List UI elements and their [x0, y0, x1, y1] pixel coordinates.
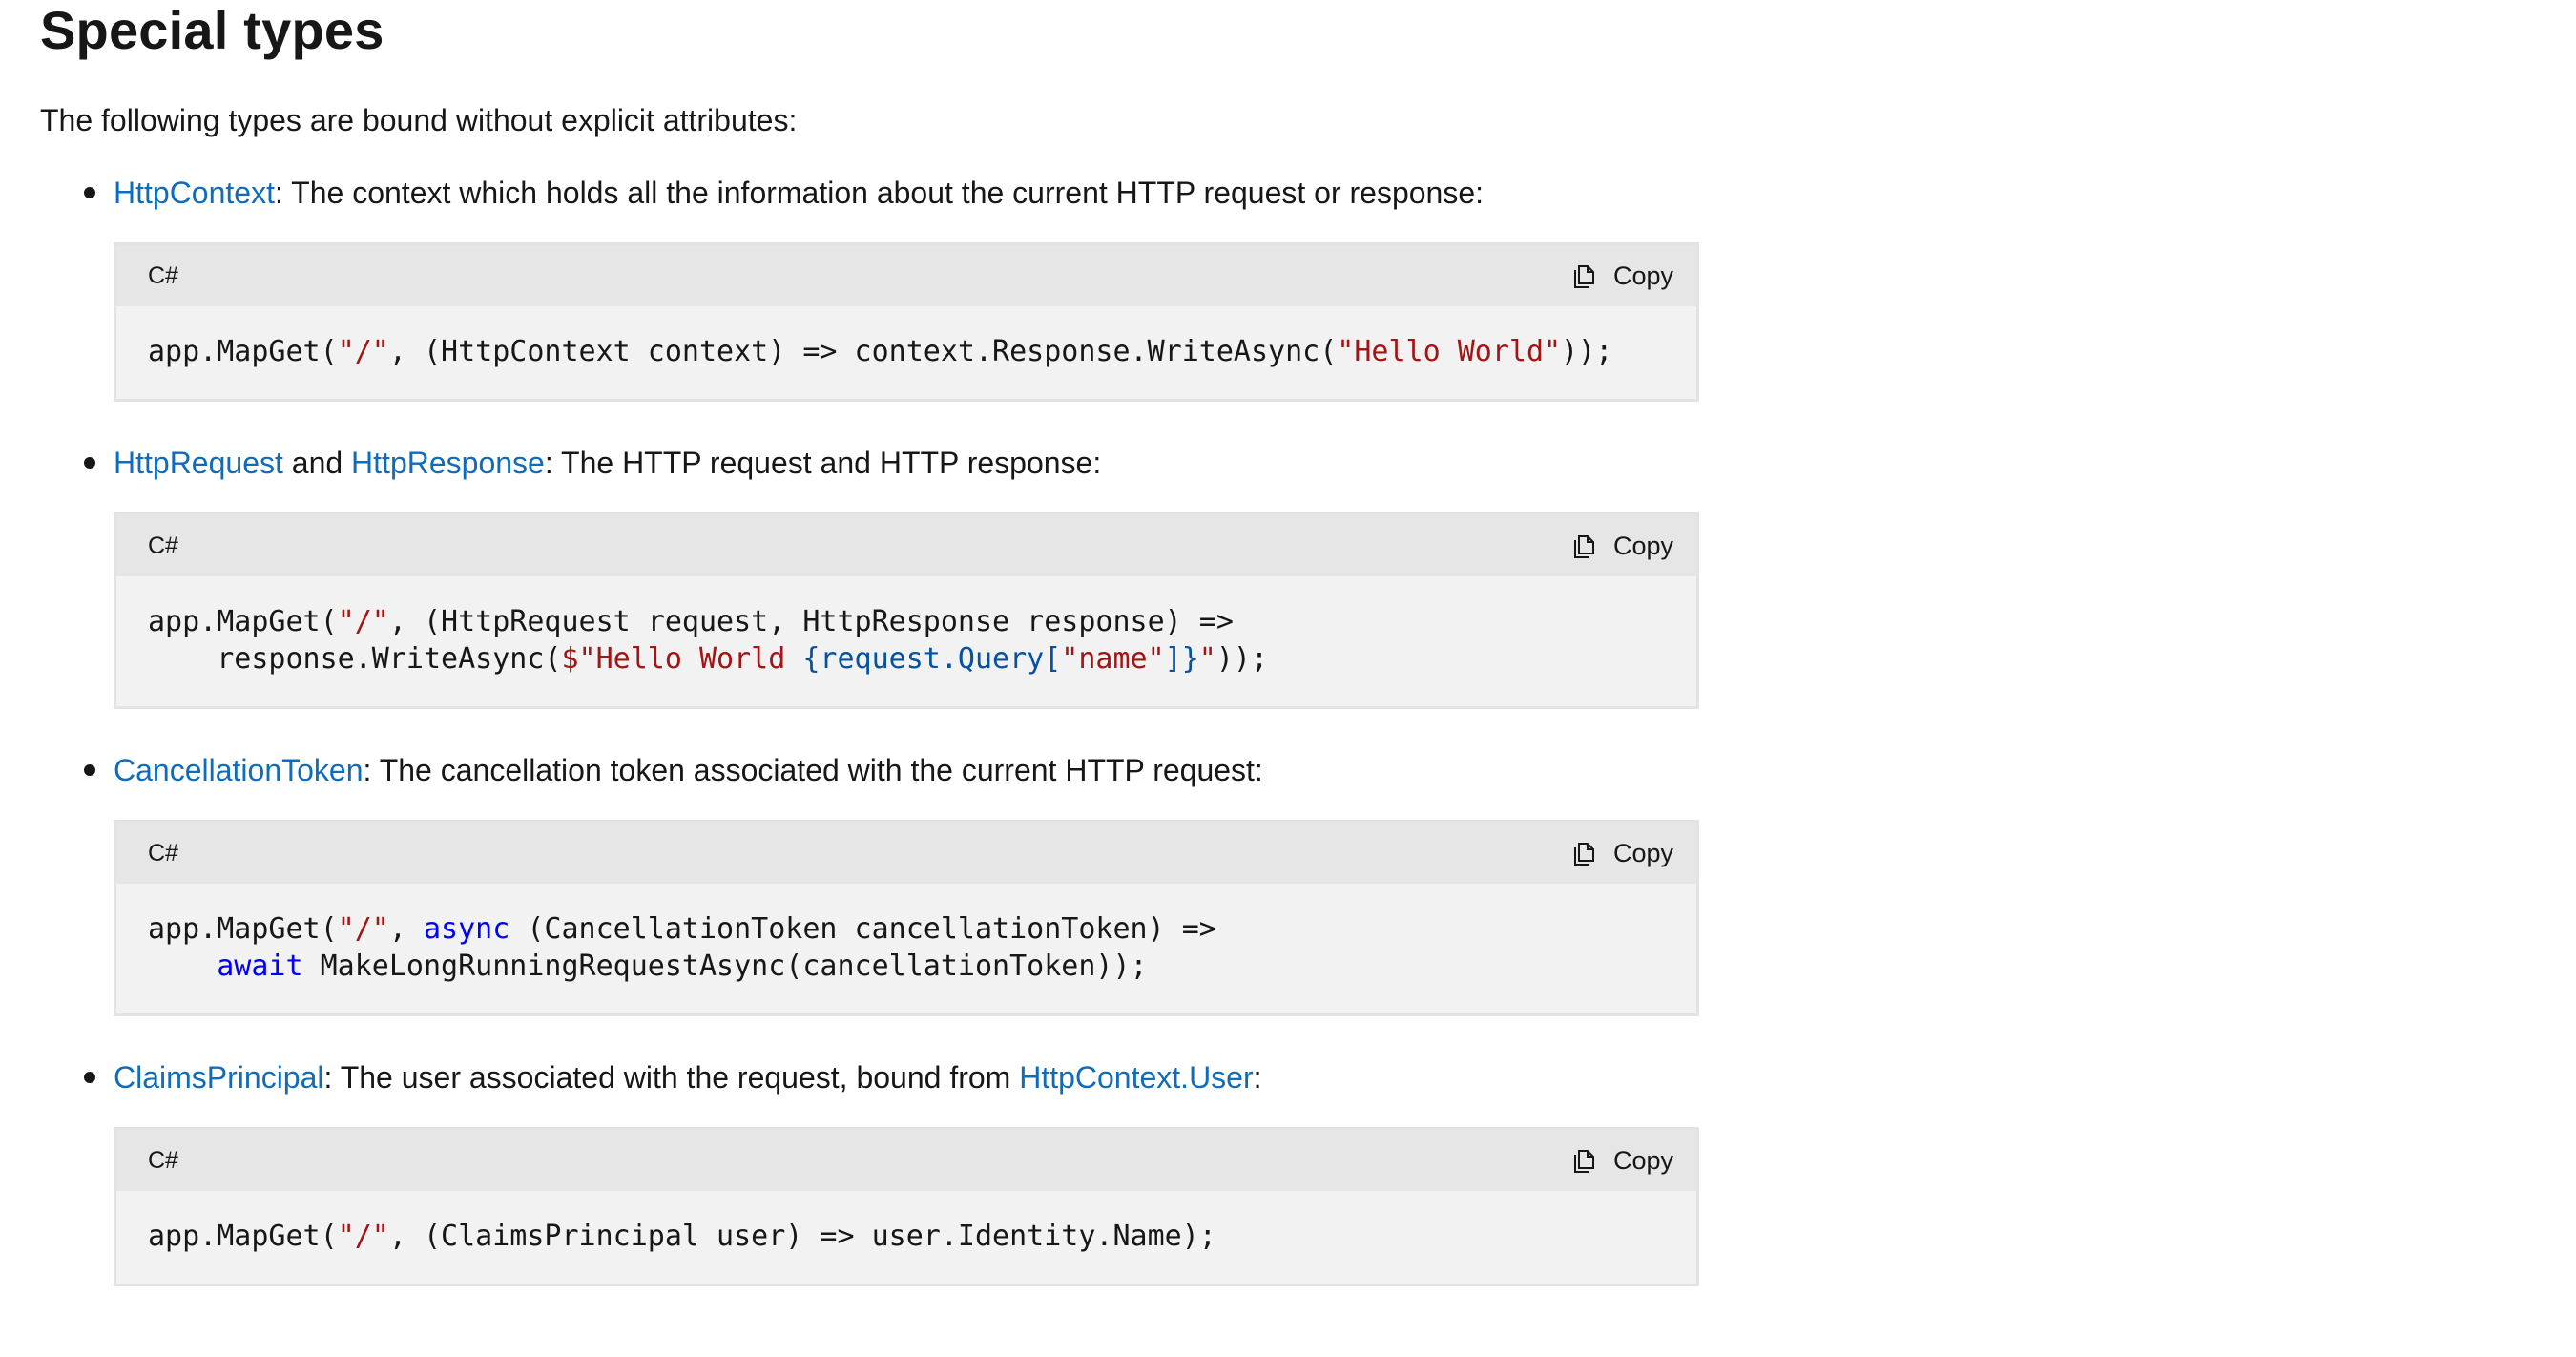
code-token: $"Hello World — [561, 642, 803, 676]
code-token: , (ClaimsPrincipal user) => user.Identit… — [388, 1220, 1216, 1253]
copy-label: Copy — [1612, 1145, 1673, 1175]
copy-button[interactable]: Copy — [1573, 261, 1673, 291]
code-line: response.WriteAsync($"Hello World {reque… — [148, 640, 1665, 678]
item-text: HttpContext: The context which holds all… — [114, 174, 2521, 212]
article-content: Special types The following types are bo… — [40, 0, 2521, 1286]
item-text: HttpRequest and HttpResponse: The HTTP r… — [114, 444, 2521, 482]
copy-icon — [1573, 843, 1594, 866]
item-text: ClaimsPrincipal: The user associated wit… — [114, 1058, 2521, 1096]
code-token: (CancellationToken cancellationToken) => — [509, 912, 1216, 946]
code-body: app.MapGet("/", (ClaimsPrincipal user) =… — [116, 1191, 1696, 1284]
code-header: C# Copy — [116, 515, 1696, 576]
copy-label: Copy — [1612, 261, 1673, 290]
code-token: app.MapGet( — [148, 912, 338, 946]
code-token: await — [217, 950, 303, 983]
item-tail: : — [1253, 1060, 1262, 1095]
code-language: C# — [148, 839, 178, 866]
item-description: : The cancellation token associated with… — [363, 753, 1263, 787]
code-token: , — [388, 912, 424, 946]
code-token: app.MapGet( — [148, 335, 338, 368]
code-line: await MakeLongRunningRequestAsync(cancel… — [148, 948, 1665, 985]
item-text: CancellationToken: The cancellation toke… — [114, 751, 2521, 789]
code-token: )); — [1561, 335, 1613, 368]
item-conjunction: and — [282, 446, 352, 480]
special-types-list: HttpContext: The context which holds all… — [40, 174, 2521, 1286]
item-description: : The user associated with the request, … — [323, 1060, 1020, 1095]
code-token: ]} — [1164, 642, 1199, 676]
code-block: C# Copy app.MapGet("/", (HttpContext con… — [114, 242, 1699, 402]
list-item-cancellationtoken: CancellationToken: The cancellation toke… — [40, 751, 2521, 1016]
code-token: app.MapGet( — [148, 605, 338, 638]
list-item-claimsprincipal: ClaimsPrincipal: The user associated wit… — [40, 1058, 2521, 1286]
copy-icon — [1573, 265, 1594, 288]
code-language: C# — [148, 261, 178, 289]
code-token: " — [1198, 642, 1216, 676]
section-heading: Special types — [40, 0, 384, 60]
code-block: C# Copy app.MapGet("/", (HttpRequest req… — [114, 512, 1699, 709]
code-token: {request.Query[ — [802, 642, 1062, 676]
code-body: app.MapGet("/", (HttpContext context) =>… — [116, 306, 1696, 399]
code-language: C# — [148, 532, 178, 559]
code-token: async — [424, 912, 510, 946]
code-block: C# Copy app.MapGet("/", (ClaimsPrincipal… — [114, 1127, 1699, 1286]
code-token: "/" — [337, 912, 389, 946]
code-token: app.MapGet( — [148, 1220, 338, 1253]
copy-label: Copy — [1612, 838, 1673, 867]
copy-icon — [1573, 535, 1594, 558]
httpcontext-user-link[interactable]: HttpContext.User — [1019, 1060, 1253, 1095]
copy-button[interactable]: Copy — [1573, 839, 1673, 868]
httpresponse-link[interactable]: HttpResponse — [351, 446, 545, 480]
bullet-icon — [84, 457, 95, 469]
item-description: : The context which holds all the inform… — [274, 176, 1485, 210]
code-token: , (HttpContext context) => context.Respo… — [388, 335, 1338, 368]
item-description: : The HTTP request and HTTP response: — [544, 446, 1102, 480]
code-token: "/" — [337, 335, 389, 368]
code-header: C# Copy — [116, 1130, 1696, 1191]
copy-button[interactable]: Copy — [1573, 1146, 1673, 1176]
list-item-httprequest: HttpRequest and HttpResponse: The HTTP r… — [40, 444, 2521, 709]
code-token: "/" — [337, 1220, 389, 1253]
bullet-icon — [84, 187, 95, 198]
code-line: app.MapGet("/", (ClaimsPrincipal user) =… — [148, 1218, 1665, 1255]
httpcontext-link[interactable]: HttpContext — [114, 176, 275, 210]
code-token: , (HttpRequest request, HttpResponse res… — [388, 605, 1234, 638]
intro-paragraph: The following types are bound without ex… — [40, 103, 798, 137]
code-line: app.MapGet("/", (HttpRequest request, Ht… — [148, 603, 1665, 640]
code-line: app.MapGet("/", (HttpContext context) =>… — [148, 333, 1665, 370]
httprequest-link[interactable]: HttpRequest — [114, 446, 283, 480]
cancellationtoken-link[interactable]: CancellationToken — [114, 753, 364, 787]
code-header: C# Copy — [116, 245, 1696, 306]
code-body: app.MapGet("/", async (CancellationToken… — [116, 884, 1696, 1013]
copy-label: Copy — [1612, 531, 1673, 560]
code-token: "name" — [1061, 642, 1165, 676]
copy-icon — [1573, 1150, 1594, 1173]
code-language: C# — [148, 1146, 178, 1174]
code-header: C# Copy — [116, 823, 1696, 884]
code-token: response.WriteAsync( — [148, 642, 562, 676]
code-token: )); — [1215, 642, 1269, 676]
list-item-httpcontext: HttpContext: The context which holds all… — [40, 174, 2521, 402]
code-token: "Hello World" — [1337, 335, 1562, 368]
copy-button[interactable]: Copy — [1573, 532, 1673, 561]
claimsprincipal-link[interactable]: ClaimsPrincipal — [114, 1060, 324, 1095]
code-token: MakeLongRunningRequestAsync(cancellation… — [302, 950, 1148, 983]
code-token: "/" — [337, 605, 389, 638]
bullet-icon — [84, 1072, 95, 1083]
code-body: app.MapGet("/", (HttpRequest request, Ht… — [116, 576, 1696, 706]
code-line: app.MapGet("/", async (CancellationToken… — [148, 910, 1665, 948]
bullet-icon — [84, 764, 95, 776]
code-block: C# Copy app.MapGet("/", async (Cancellat… — [114, 820, 1699, 1016]
